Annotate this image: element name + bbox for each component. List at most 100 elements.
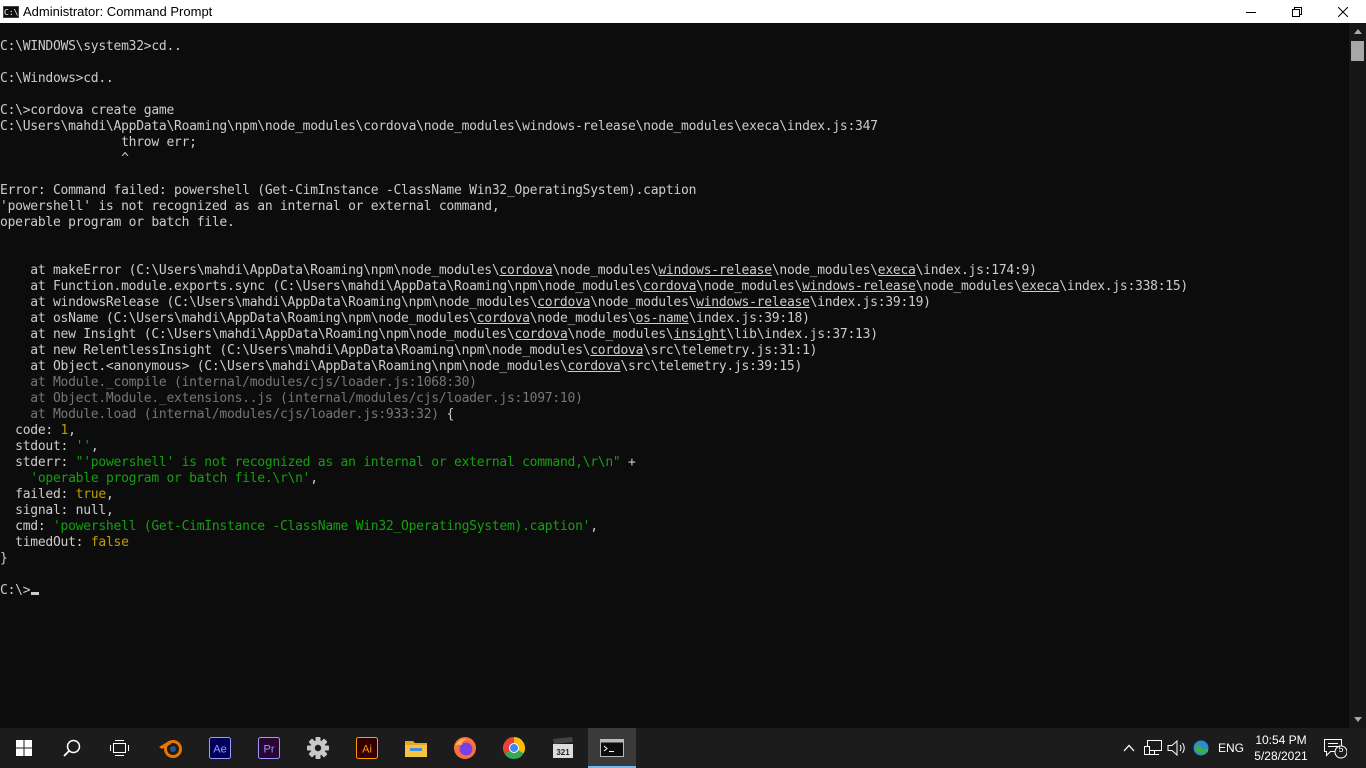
action-center-button[interactable]: 5 — [1320, 728, 1350, 768]
console-text: windows-release — [696, 295, 810, 310]
console-text: code: — [0, 423, 61, 438]
chrome-icon — [502, 737, 526, 760]
svg-text:Ae: Ae — [213, 744, 226, 756]
chrome-app[interactable] — [490, 728, 538, 768]
console-line: throw err; — [0, 135, 1349, 151]
console-text: at new Insight (C:\Users\mahdi\AppData\R… — [0, 327, 515, 342]
console-line: operable program or batch file. — [0, 215, 1349, 231]
console-text: \node_modules\ — [696, 279, 803, 294]
arrow-up-icon — [1353, 29, 1362, 34]
console-text: cordova — [590, 343, 644, 358]
console-text: 'powershell' is not recognized as an int… — [0, 199, 500, 214]
scroll-up-button[interactable] — [1349, 23, 1366, 40]
restore-button[interactable] — [1274, 0, 1320, 23]
console-text: operable program or batch file. — [0, 215, 235, 230]
console-line: signal: null, — [0, 503, 1349, 519]
console-text: \node_modules\ — [590, 295, 697, 310]
search-button[interactable] — [48, 728, 96, 768]
console-text: \lib\index.js:37:13) — [726, 327, 878, 342]
console-line: stderr: "'powershell' is not recognized … — [0, 455, 1349, 471]
file-explorer-app[interactable] — [392, 728, 440, 768]
clock[interactable]: 10:54 PM 5/28/2021 — [1240, 732, 1322, 764]
clapper-app[interactable]: 321 — [539, 728, 587, 768]
taskbar: Ae Pr Ai 321 ENG 10:54 PM 5/28/2021 5 — [0, 728, 1366, 768]
console-text: at windowsRelease (C:\Users\mahdi\AppDat… — [0, 295, 538, 310]
console-line: at windowsRelease (C:\Users\mahdi\AppDat… — [0, 295, 1349, 311]
after-effects-icon: Ae — [209, 737, 231, 759]
show-hidden-icons-button[interactable] — [1118, 728, 1140, 768]
window-title: Administrator: Command Prompt — [23, 4, 213, 19]
console-text: C:\Windows>cd.. — [0, 71, 114, 86]
console-output[interactable]: C:\WINDOWS\system32>cd.. C:\Windows>cd.. C… — [0, 23, 1349, 728]
console-text: 'operable program or batch file.\r\n' — [30, 471, 311, 486]
console-line: code: 1, — [0, 423, 1349, 439]
chevron-up-icon — [1123, 744, 1135, 752]
console-line: timedOut: false — [0, 535, 1349, 551]
console-text: at makeError (C:\Users\mahdi\AppData\Roa… — [0, 263, 500, 278]
console-line: cmd: 'powershell (Get-CimInstance -Class… — [0, 519, 1349, 535]
network-button[interactable] — [1142, 728, 1164, 768]
svg-text:Ai: Ai — [362, 744, 372, 756]
volume-button[interactable] — [1166, 728, 1188, 768]
console-line: at makeError (C:\Users\mahdi\AppData\Roa… — [0, 263, 1349, 279]
command-prompt-app[interactable] — [588, 728, 636, 768]
globe-status-icon — [1193, 740, 1209, 756]
blender-app[interactable] — [147, 728, 195, 768]
console-text: , — [90, 439, 99, 454]
console-lines: C:\WINDOWS\system32>cd.. C:\Windows>cd.. C… — [0, 39, 1349, 599]
console-text: "'powershell' is not recognized as an in… — [75, 455, 621, 470]
vertical-scrollbar[interactable] — [1349, 23, 1366, 728]
console-text: at Object.Module._extensions..js (intern… — [0, 391, 583, 406]
console-text: failed: — [0, 487, 76, 502]
console-text: \node_modules\ — [529, 311, 636, 326]
scroll-thumb[interactable] — [1351, 41, 1364, 61]
illustrator-app[interactable]: Ai — [343, 728, 391, 768]
console-line: C:\> — [0, 583, 1349, 599]
console-text: os-name — [635, 311, 689, 326]
console-text: \index.js:338:15) — [1059, 279, 1188, 294]
console-line: at Object.Module._extensions..js (intern… — [0, 391, 1349, 407]
security-status-button[interactable] — [1190, 728, 1212, 768]
minimize-button[interactable] — [1228, 0, 1274, 23]
settings-app[interactable] — [294, 728, 342, 768]
console-text: at Module.load (internal/modules/cjs/loa… — [0, 407, 439, 422]
console-text: cordova — [567, 359, 621, 374]
console-text: throw err; — [0, 135, 197, 150]
console-text: cordova — [643, 279, 697, 294]
gear-icon — [307, 737, 329, 759]
blender-icon — [159, 740, 182, 758]
console-text: { — [438, 407, 455, 422]
console-text: cordova — [499, 263, 553, 278]
arrow-down-icon — [1353, 717, 1362, 722]
task-view-button[interactable] — [96, 728, 144, 768]
console-line: } — [0, 551, 1349, 567]
console-line: at new Insight (C:\Users\mahdi\AppData\R… — [0, 327, 1349, 343]
svg-text:Pr: Pr — [264, 744, 275, 756]
after-effects-app[interactable]: Ae — [196, 728, 244, 768]
console-text: \index.js:174:9) — [915, 263, 1037, 278]
console-text: cordova — [476, 311, 530, 326]
console-line: C:\Windows>cd.. — [0, 71, 1349, 87]
start-button[interactable] — [0, 728, 48, 768]
console-text: windows-release — [802, 279, 916, 294]
console-text: execa — [877, 263, 916, 278]
console-line: C:\WINDOWS\system32>cd.. — [0, 39, 1349, 55]
clock-time: 10:54 PM — [1255, 733, 1307, 747]
close-button[interactable] — [1320, 0, 1366, 23]
premiere-app[interactable]: Pr — [245, 728, 293, 768]
scroll-down-button[interactable] — [1349, 711, 1366, 728]
console-text: 1 — [60, 423, 69, 438]
terminal-icon — [600, 739, 624, 757]
window-controls — [1228, 0, 1366, 23]
command-prompt-icon: C:\ — [3, 5, 19, 18]
search-icon — [63, 739, 81, 757]
firefox-app[interactable] — [441, 728, 489, 768]
svg-text:321: 321 — [556, 748, 570, 757]
console-text: '' — [75, 439, 91, 454]
console-text: 'powershell (Get-CimInstance -ClassName … — [52, 519, 591, 534]
close-icon — [1338, 6, 1348, 17]
console-text: cordova — [537, 295, 591, 310]
